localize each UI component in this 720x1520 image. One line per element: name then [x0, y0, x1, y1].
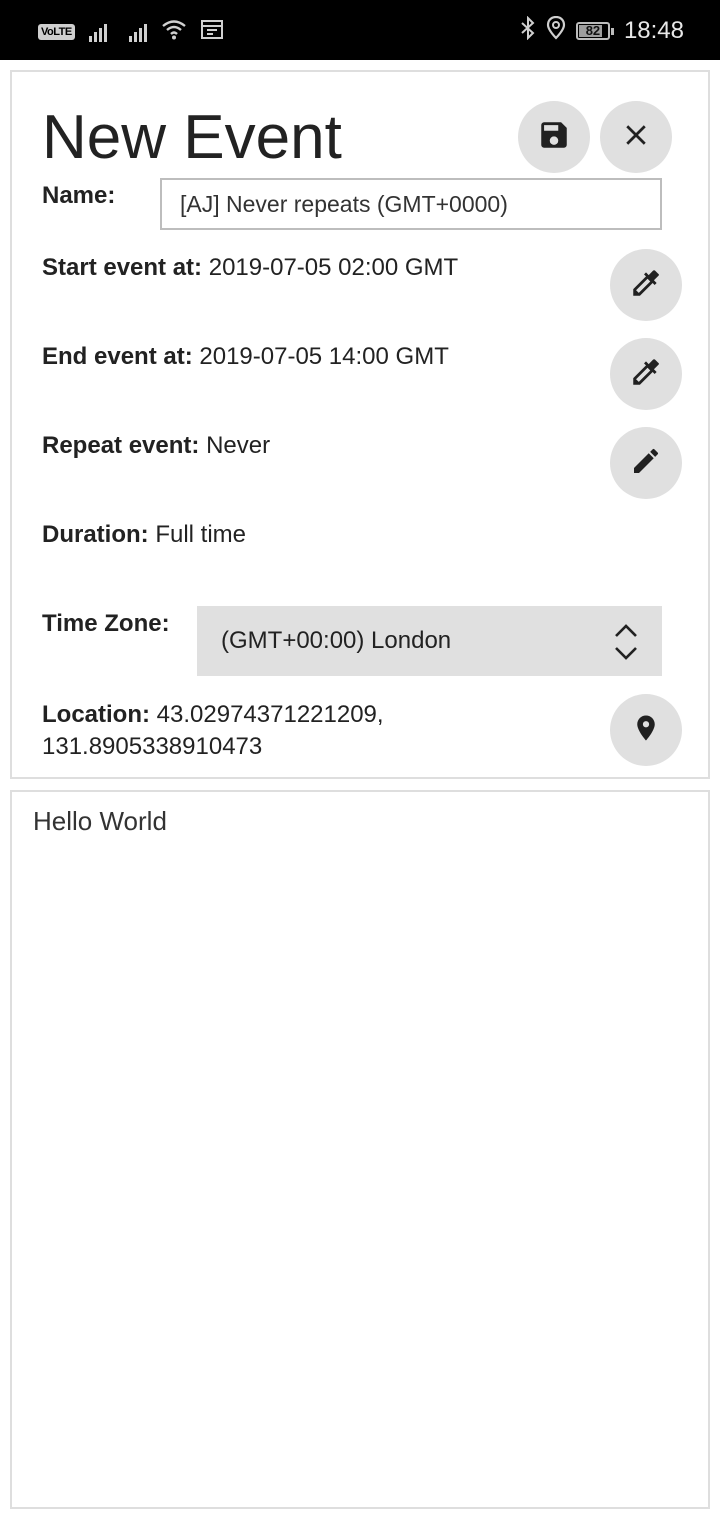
duration-label: Duration: — [42, 521, 149, 548]
location-row: Location: 43.02974371221209, 131.8905338… — [42, 699, 384, 763]
end-row: End event at: 2019-07-05 14:00 GMT — [42, 343, 449, 371]
signal-icon — [88, 22, 107, 42]
event-name-input[interactable]: [AJ] Never repeats (GMT+0000) — [160, 178, 662, 230]
start-value: 2019-07-05 02:00 GMT — [208, 254, 459, 281]
eyedropper-icon — [629, 266, 663, 305]
save-button[interactable] — [518, 101, 590, 173]
calendar-icon — [200, 19, 223, 44]
pick-start-time-button[interactable] — [610, 249, 682, 321]
battery-icon: 82 — [575, 21, 614, 40]
battery-level: 82 — [585, 22, 601, 38]
notes-text: Hello World — [33, 806, 167, 836]
location-label: Location: — [42, 701, 150, 728]
clock: 18:48 — [623, 16, 684, 44]
signal-icon — [128, 22, 147, 42]
wifi-icon — [161, 18, 187, 45]
pick-end-time-button[interactable] — [610, 338, 682, 410]
location-value-line1: 43.02974371221209, — [156, 701, 384, 728]
bluetooth-icon — [520, 15, 536, 45]
pencil-icon — [630, 445, 662, 482]
repeat-label: Repeat event: — [42, 432, 200, 459]
status-bar: VoLTE 82 18:48 — [0, 0, 720, 60]
save-icon — [537, 118, 571, 157]
eyedropper-icon — [629, 355, 663, 394]
timezone-select[interactable]: (GMT+00:00) London — [197, 606, 662, 676]
duration-value: Full time — [155, 521, 247, 548]
edit-repeat-button[interactable] — [610, 427, 682, 499]
pick-location-button[interactable] — [610, 694, 682, 766]
timezone-value: (GMT+00:00) London — [221, 627, 452, 654]
start-row: Start event at: 2019-07-05 02:00 GMT — [42, 254, 458, 282]
notes-area[interactable]: Hello World — [10, 790, 710, 1509]
close-icon — [621, 120, 651, 155]
duration-row: Duration: Full time — [42, 521, 246, 549]
repeat-row: Repeat event: Never — [42, 432, 270, 460]
location-value-line2: 131.8905338910473 — [42, 733, 263, 760]
location-icon — [546, 15, 566, 45]
end-label: End event at: — [42, 343, 193, 370]
chevron-up-down-icon — [612, 620, 640, 690]
repeat-value: Never — [206, 432, 271, 459]
volte-icon: VoLTE — [38, 23, 75, 40]
close-button[interactable] — [600, 101, 672, 173]
start-label: Start event at: — [42, 254, 203, 281]
end-value: 2019-07-05 14:00 GMT — [199, 343, 449, 370]
timezone-label: Time Zone: — [42, 610, 170, 637]
event-form-panel: New Event Name: [AJ] Never repeats (GMT+… — [10, 70, 710, 779]
map-pin-icon — [631, 711, 661, 750]
name-label: Name: — [42, 182, 116, 209]
page-title: New Event — [42, 103, 342, 172]
